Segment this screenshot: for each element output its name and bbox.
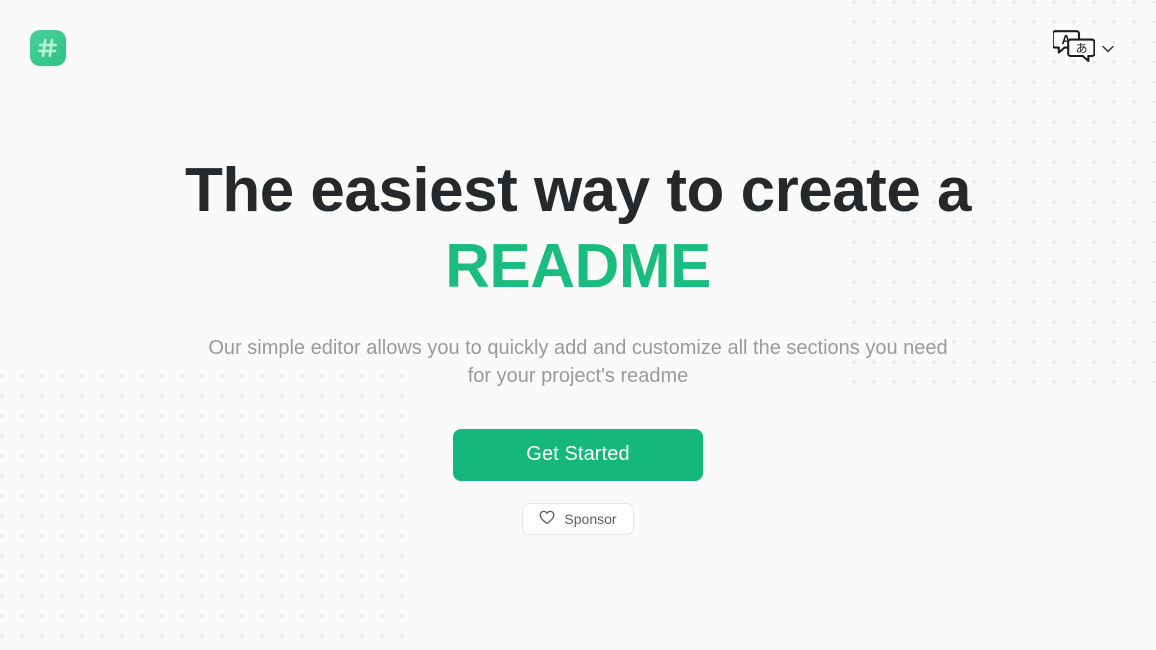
cta-group: Get Started Sponsor: [0, 391, 1156, 535]
chevron-down-icon: [1102, 40, 1114, 58]
language-switcher[interactable]: A あ: [1051, 28, 1114, 69]
readme-logo-button[interactable]: [30, 30, 66, 66]
get-started-button[interactable]: Get Started: [453, 428, 703, 481]
hash-asterisk-icon: [36, 36, 60, 60]
heart-icon: [539, 510, 555, 528]
headline-line-1: The easiest way to create a: [184, 156, 972, 225]
translate-icon: A あ: [1051, 28, 1096, 69]
hero-subtitle: Our simple editor allows you to quickly …: [208, 337, 948, 388]
page-header: A あ: [0, 0, 1156, 96]
headline-line-2: README: [445, 232, 711, 301]
sponsor-button[interactable]: Sponsor: [522, 502, 634, 535]
svg-text:あ: あ: [1076, 42, 1088, 56]
sponsor-button-label: Sponsor: [564, 510, 617, 527]
